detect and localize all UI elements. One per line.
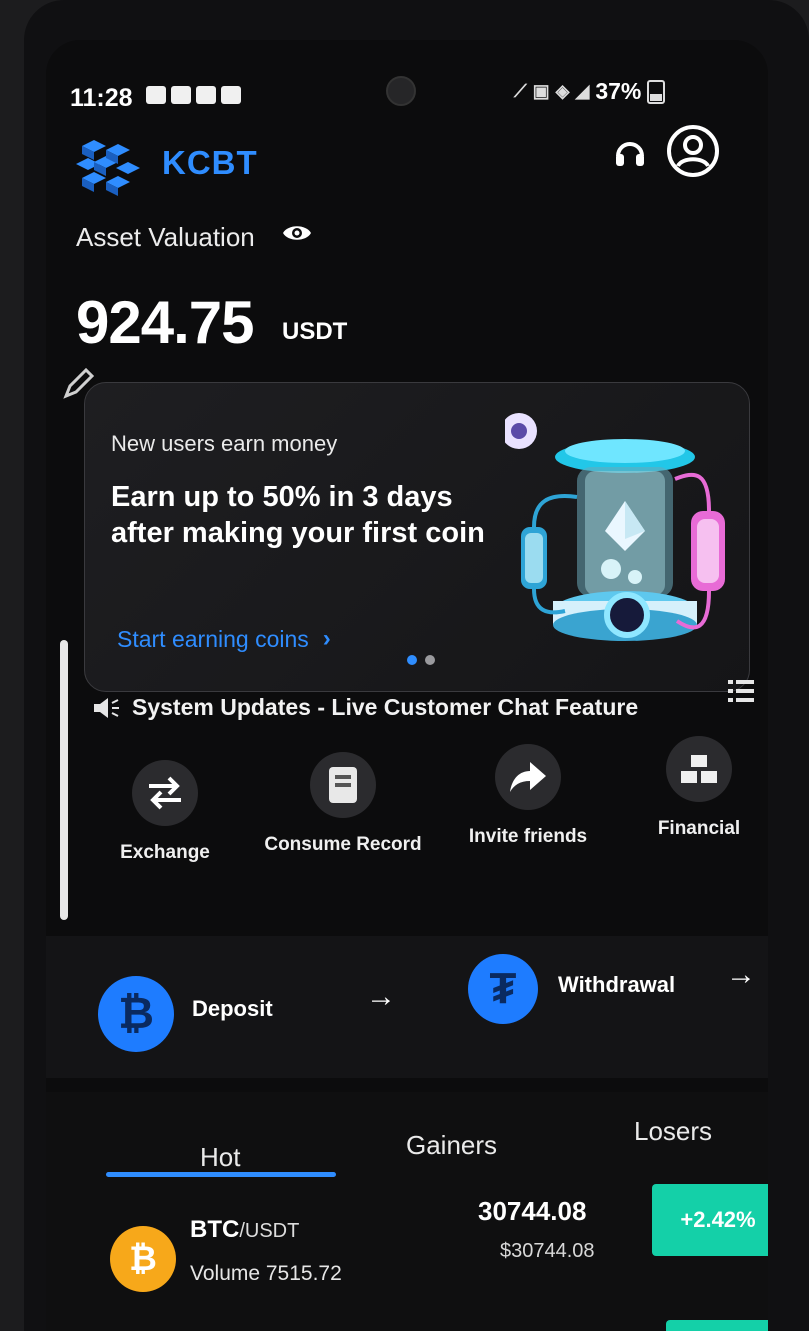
change-badge[interactable]: +2.42% bbox=[652, 1184, 768, 1256]
quick-action-label: Financial bbox=[657, 818, 741, 839]
message-icon bbox=[171, 86, 191, 104]
image-icon bbox=[221, 86, 241, 104]
cellular-icon: ◢ bbox=[575, 81, 590, 101]
quick-action-label: Consume Record bbox=[264, 834, 422, 855]
promo-banner[interactable]: New users earn money Earn up to 50% in 3… bbox=[84, 382, 750, 692]
pair-price: 30744.08 bbox=[478, 1196, 587, 1226]
tether-icon[interactable]: ₮ bbox=[468, 954, 538, 1024]
message-icon bbox=[146, 86, 166, 104]
asset-unit: USDT bbox=[282, 318, 348, 345]
kcbt-logo-icon bbox=[76, 140, 140, 196]
tab-hot[interactable]: Hot bbox=[200, 1142, 240, 1173]
record-book-icon bbox=[310, 752, 376, 818]
carousel-dot[interactable] bbox=[425, 655, 435, 665]
pair-base: BTC bbox=[190, 1216, 240, 1243]
announcement-text: System Updates - Live Customer Chat Feat… bbox=[132, 694, 639, 720]
notification-icons bbox=[146, 86, 241, 104]
pair-price-fiat: $30744.08 bbox=[500, 1240, 595, 1262]
headset-support-icon[interactable] bbox=[612, 136, 648, 172]
status-time: 11:28 bbox=[70, 84, 133, 112]
crypto-capsule-illustration bbox=[505, 413, 725, 641]
wifi-icon: ◈ bbox=[555, 81, 570, 101]
share-arrow-icon bbox=[495, 744, 561, 810]
asset-value: 924.75 bbox=[76, 289, 255, 356]
tab-gainers[interactable]: Gainers bbox=[406, 1130, 497, 1161]
exchange-arrows-icon bbox=[132, 760, 198, 826]
change-badge-next[interactable] bbox=[666, 1320, 768, 1331]
withdrawal-label[interactable]: Withdrawal bbox=[558, 972, 675, 998]
pair-quote: /USDT bbox=[239, 1220, 300, 1242]
app-screen: 11:28 ⟋ ▣ ◈ ◢ 37% KCBT Asset Valuation 9… bbox=[46, 40, 768, 1331]
start-earning-label: Start earning coins bbox=[117, 625, 309, 652]
quick-action-consume-record[interactable]: Consume Record bbox=[264, 752, 422, 856]
active-tab-indicator bbox=[106, 1172, 336, 1177]
pair-volume: Volume 7515.72 bbox=[190, 1262, 342, 1285]
list-menu-icon[interactable] bbox=[728, 678, 754, 704]
asset-valuation-label: Asset Valuation bbox=[76, 222, 255, 252]
megaphone-icon bbox=[94, 697, 119, 718]
quick-action-label: Exchange bbox=[120, 842, 210, 863]
vibrate-icon: ▣ bbox=[532, 81, 550, 101]
deposit-label[interactable]: Deposit bbox=[192, 996, 273, 1022]
battery-percent: 37% bbox=[595, 78, 642, 104]
eye-icon[interactable] bbox=[282, 222, 312, 244]
mail-icon bbox=[196, 86, 216, 104]
carousel-dot-active[interactable] bbox=[407, 655, 417, 665]
pair-name[interactable]: BTC/USDT bbox=[190, 1216, 299, 1244]
bitcoin-icon[interactable]: ₿ bbox=[98, 976, 174, 1052]
gold-bars-icon bbox=[666, 736, 732, 802]
withdrawal-arrow-icon[interactable]: → bbox=[726, 958, 756, 992]
quick-action-label: Invite friends bbox=[468, 826, 588, 847]
signal-icon: ⟋ bbox=[514, 81, 527, 101]
deposit-arrow-icon[interactable]: → bbox=[366, 980, 396, 1014]
start-earning-link[interactable]: Start earning coins › bbox=[117, 625, 331, 653]
promo-kicker: New users earn money bbox=[111, 431, 338, 456]
btc-coin-icon: ₿ bbox=[110, 1226, 176, 1292]
promo-headline: Earn up to 50% in 3 days after making yo… bbox=[111, 481, 485, 549]
carousel-dots[interactable] bbox=[407, 655, 435, 665]
quick-action-invite-friends[interactable]: Invite friends bbox=[462, 744, 594, 848]
front-camera bbox=[386, 76, 416, 106]
quick-action-financial[interactable]: Financial bbox=[644, 736, 754, 840]
profile-icon[interactable] bbox=[666, 124, 720, 178]
chevron-right-icon: › bbox=[322, 625, 331, 652]
tab-losers[interactable]: Losers bbox=[634, 1116, 712, 1147]
brand-name: KCBT bbox=[162, 144, 258, 181]
announcement-bar[interactable]: System Updates - Live Customer Chat Feat… bbox=[92, 694, 638, 721]
scroll-indicator[interactable] bbox=[60, 640, 68, 920]
system-status: ⟋ ▣ ◈ ◢ 37% bbox=[514, 78, 666, 105]
quick-action-exchange[interactable]: Exchange bbox=[110, 760, 220, 864]
battery-icon bbox=[647, 79, 666, 104]
